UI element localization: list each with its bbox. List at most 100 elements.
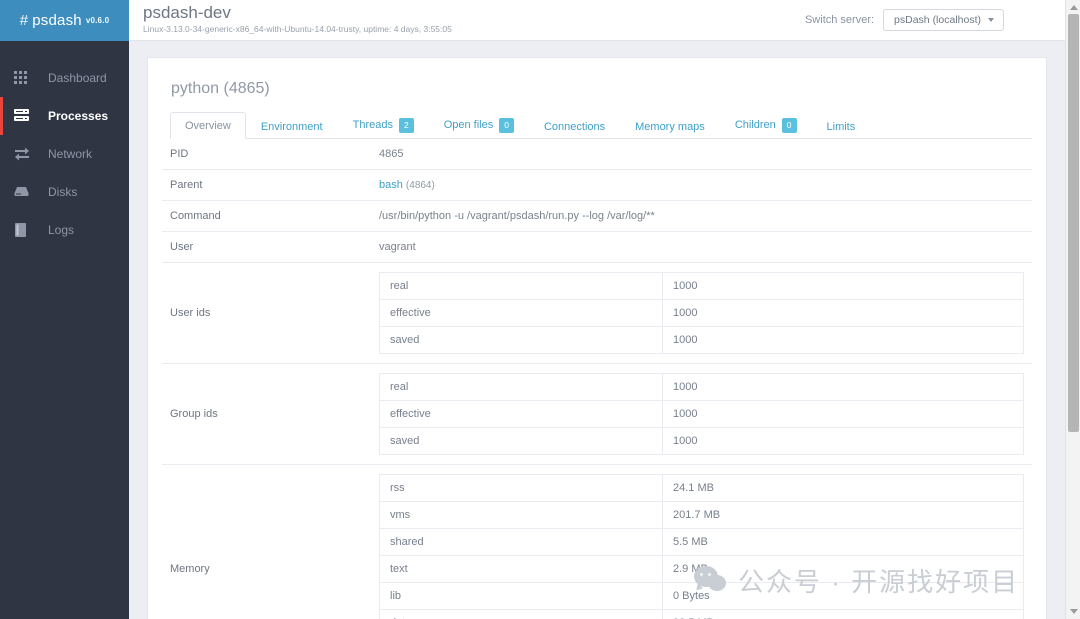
row-key: Memory: [162, 463, 371, 619]
brand-version: v0.6.0: [85, 16, 110, 25]
tab-label: Open files: [443, 119, 494, 132]
process-panel: python (4865) Overview Environment Threa…: [147, 57, 1047, 619]
page-scrollbar[interactable]: [1065, 0, 1080, 619]
memory-table: rss 24.1 MB vms 201.7 MB shared 5.5 MB t…: [379, 473, 1024, 619]
table-row: vms 201.7 MB: [379, 500, 1024, 529]
tab-badge: 0: [781, 118, 797, 133]
topbar: psdash-dev Linux-3.13.0-34-generic-x86_6…: [129, 0, 1080, 41]
table-row: PID 4865: [162, 139, 1032, 170]
sub-key: vms: [379, 500, 663, 529]
sidebar-item-dashboard[interactable]: Dashboard: [0, 59, 129, 97]
row-value: real 1000 effective 1000 saved 1000: [371, 362, 1032, 464]
table-row: Command /usr/bin/python -u /vagrant/psda…: [162, 199, 1032, 231]
sub-value: 1000: [662, 399, 1024, 428]
table-row: effective 1000: [379, 298, 1024, 327]
sub-key: effective: [379, 298, 663, 327]
table-row: Parent bash (4864): [162, 168, 1032, 200]
row-value: rss 24.1 MB vms 201.7 MB shared 5.5 MB t…: [371, 463, 1032, 619]
tab-open-files[interactable]: Open files 0: [429, 110, 529, 139]
tab-connections[interactable]: Connections: [529, 113, 620, 139]
tab-memory-maps[interactable]: Memory maps: [620, 113, 720, 139]
hdd-icon: [14, 184, 36, 200]
tab-badge: 0: [499, 118, 514, 133]
sidebar-item-processes[interactable]: Processes: [0, 97, 129, 135]
server-select-value: psDash (localhost): [894, 14, 981, 26]
row-value: bash (4864): [371, 168, 1032, 200]
sub-value: 1000: [662, 298, 1024, 327]
sub-value: 5.5 MB: [662, 527, 1024, 556]
content-area: python (4865) Overview Environment Threa…: [129, 41, 1065, 619]
tab-children[interactable]: Children 0: [720, 110, 812, 139]
brand-logo[interactable]: # psdash v0.6.0: [0, 0, 129, 41]
tab-label: Overview: [185, 119, 231, 132]
sidebar-item-disks[interactable]: Disks: [0, 173, 129, 211]
chevron-down-icon: [988, 18, 994, 22]
scroll-up-icon[interactable]: [1070, 5, 1078, 10]
row-value: real 1000 effective 1000 saved 1000: [371, 261, 1032, 363]
sub-value: 201.7 MB: [662, 500, 1024, 529]
tab-label: Limits: [826, 120, 856, 133]
table-row: data 93.5 MB: [379, 608, 1024, 619]
group-ids-table: real 1000 effective 1000 saved 1000: [379, 372, 1024, 455]
row-key: PID: [170, 147, 189, 160]
sub-key: lib: [379, 581, 663, 610]
scroll-down-icon[interactable]: [1070, 609, 1078, 614]
sidebar-item-label: Processes: [48, 109, 109, 123]
book-icon: [14, 222, 36, 238]
sub-key: text: [379, 554, 663, 583]
tab-label: Environment: [260, 120, 323, 133]
sidebar-item-logs[interactable]: Logs: [0, 211, 129, 249]
grid-icon: [14, 70, 36, 86]
sub-key: saved: [379, 426, 663, 455]
sub-value: 2.9 MB: [662, 554, 1024, 583]
switch-server-label: Switch server:: [804, 14, 875, 26]
table-row: rss 24.1 MB: [379, 473, 1024, 502]
table-row: text 2.9 MB: [379, 554, 1024, 583]
sidebar-item-label: Logs: [48, 223, 75, 237]
table-row: saved 1000: [379, 325, 1024, 354]
sub-value: 93.5 MB: [662, 608, 1024, 619]
table-row-group-ids: Group ids real 1000 effective 1000 saved…: [162, 362, 1032, 464]
sub-value: 0 Bytes: [662, 581, 1024, 610]
sub-key: saved: [379, 325, 663, 354]
row-key: Group ids: [162, 362, 371, 464]
sub-key: effective: [379, 399, 663, 428]
tab-environment[interactable]: Environment: [246, 113, 338, 139]
tab-label: Memory maps: [635, 120, 705, 133]
tab-threads[interactable]: Threads 2: [338, 110, 429, 139]
sidebar-item-label: Dashboard: [48, 71, 107, 85]
tab-label: Children: [734, 119, 776, 132]
brand-name: psdash: [32, 12, 82, 29]
sub-key: real: [379, 271, 663, 300]
sub-key: rss: [379, 473, 663, 502]
tab-badge: 2: [398, 118, 414, 133]
user-ids-table: real 1000 effective 1000 saved 1000: [379, 271, 1024, 354]
row-key: User: [162, 230, 371, 262]
sub-value: 1000: [662, 325, 1024, 354]
table-row: real 1000: [379, 271, 1024, 300]
switch-server: Switch server: psDash (localhost): [805, 9, 1004, 31]
row-key: Command: [162, 199, 371, 231]
process-info-table: PID 4865 Parent bash (4864) Command /usr…: [162, 139, 1032, 619]
table-row-memory: Memory rss 24.1 MB vms 201.7 MB shared 5…: [162, 463, 1032, 619]
sidebar-item-label: Disks: [48, 185, 78, 199]
sub-key: real: [379, 372, 663, 401]
sub-key: shared: [379, 527, 663, 556]
table-row: effective 1000: [379, 399, 1024, 428]
row-key: User ids: [162, 261, 371, 363]
table-row: lib 0 Bytes: [379, 581, 1024, 610]
page-title: psdash-dev: [143, 3, 231, 22]
server-select[interactable]: psDash (localhost): [883, 9, 1004, 31]
tab-label: Connections: [543, 120, 606, 133]
sidebar: # psdash v0.6.0 Dashboard Processes Netw…: [0, 0, 129, 619]
tab-limits[interactable]: Limits: [812, 113, 871, 139]
sub-value: 1000: [662, 271, 1024, 300]
parent-process-link[interactable]: bash: [379, 179, 403, 191]
scrollbar-thumb[interactable]: [1068, 14, 1079, 432]
sidebar-item-label: Network: [48, 147, 93, 161]
sidebar-item-network[interactable]: Network: [0, 135, 129, 173]
row-key: Parent: [162, 168, 371, 200]
row-value: vagrant: [371, 230, 1032, 262]
tab-overview[interactable]: Overview: [170, 111, 246, 139]
sub-key: data: [379, 608, 663, 619]
